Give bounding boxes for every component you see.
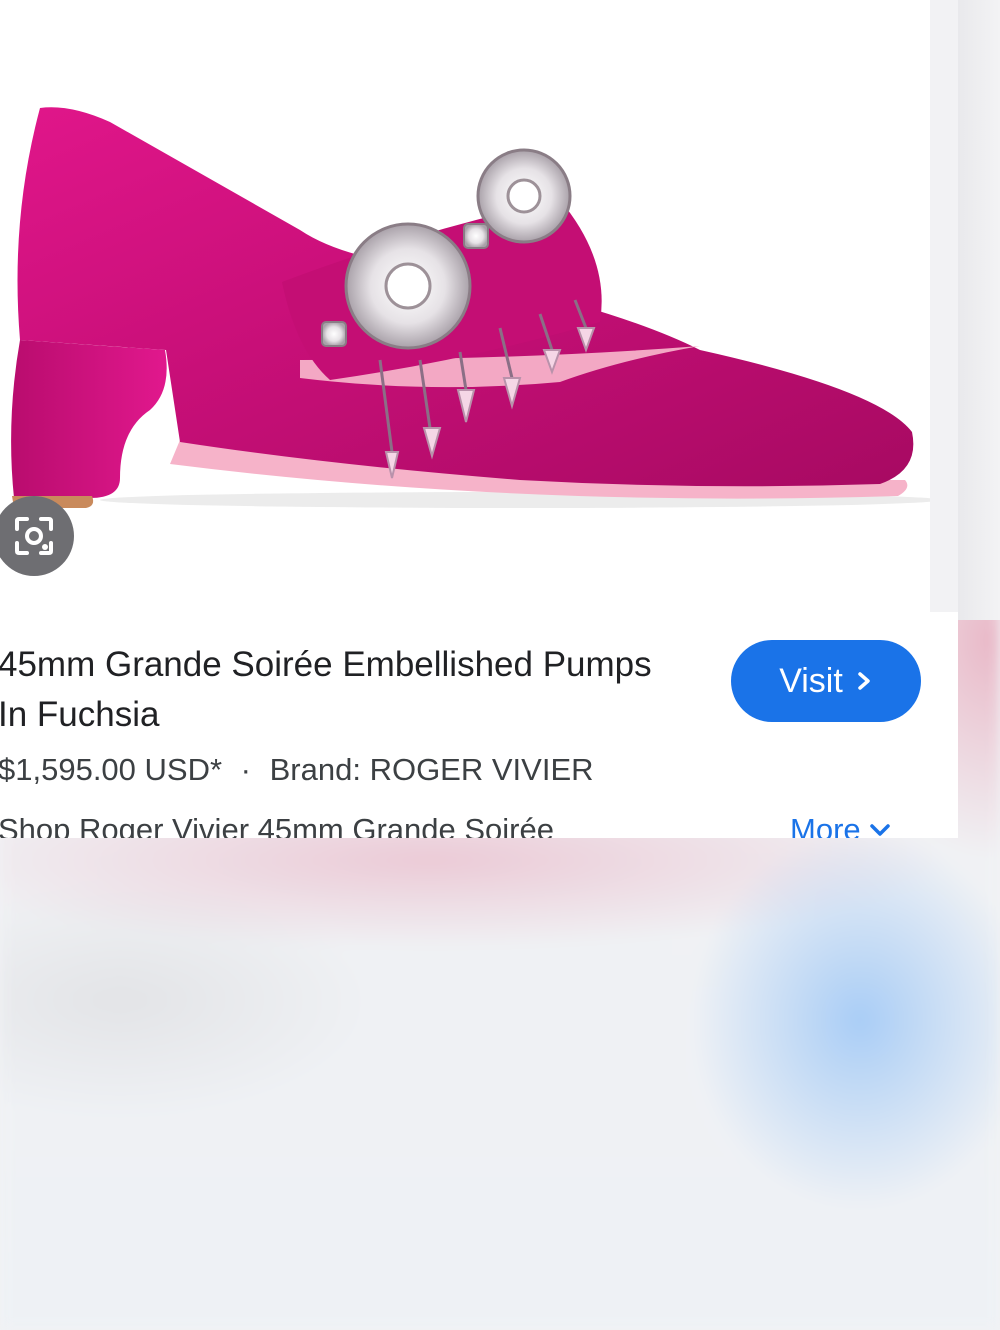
brand-text: Brand: ROGER VIVIER: [269, 752, 594, 787]
result-title[interactable]: 45mm Grande Soirée Embellished Pumps In …: [0, 640, 678, 740]
result-description: Shop Roger Vivier 45mm Grande Soirée: [0, 812, 554, 838]
chevron-down-icon: [869, 824, 890, 836]
more-button[interactable]: More: [790, 812, 891, 838]
result-meta: $1,595.00 USD* · Brand: ROGER VIVIER: [0, 752, 594, 788]
more-label: More: [790, 812, 861, 838]
meta-separator: ·: [240, 752, 251, 787]
search-result-card[interactable]: 45mm Grande Soirée Embellished Pumps In …: [0, 0, 958, 838]
visit-button[interactable]: Visit: [731, 640, 921, 722]
product-image[interactable]: [0, 0, 930, 612]
lens-search-icon[interactable]: [0, 496, 74, 576]
price-text: $1,595.00 USD*: [0, 752, 223, 787]
adjacent-card-edge: [958, 0, 1000, 620]
pump-shoe-image: [11, 107, 930, 508]
chevron-right-icon: [858, 672, 870, 690]
visit-label: Visit: [779, 661, 843, 700]
card-gap: [930, 0, 958, 612]
